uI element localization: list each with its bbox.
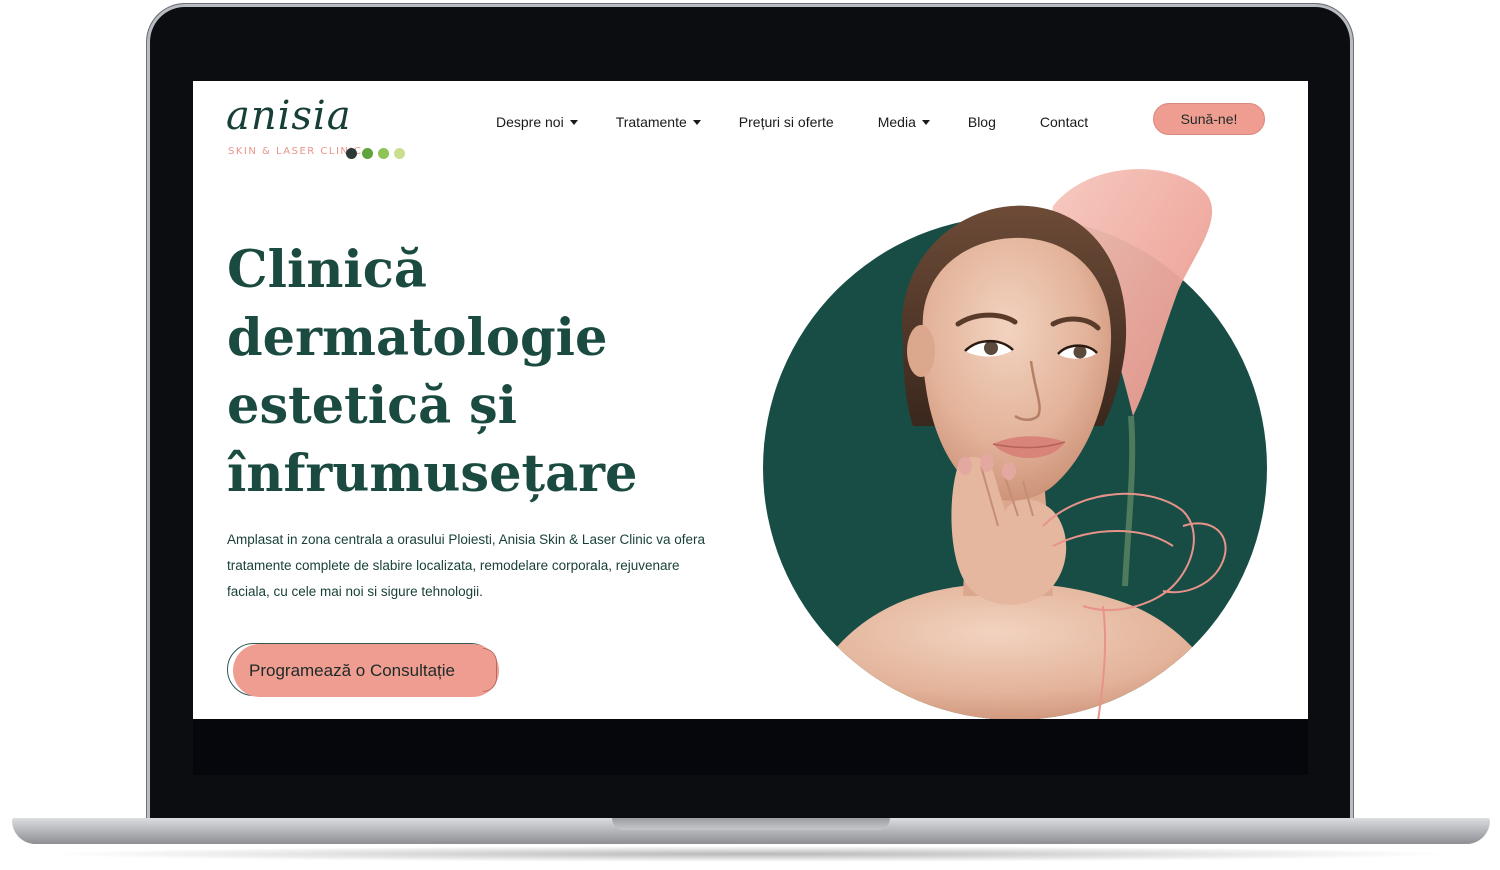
nav-item-label: Tratamente <box>615 114 687 130</box>
logo-dot <box>394 148 405 159</box>
logo-wordmark: anisia <box>226 93 352 139</box>
nav-item-label: Contact <box>1039 114 1089 130</box>
nav-item-blog[interactable]: Blog <box>968 114 996 130</box>
cta-line-decoration <box>483 648 497 692</box>
nav-item-label: Prețuri si oferte <box>738 114 834 130</box>
hero-title-line: dermatologie <box>227 308 608 368</box>
laptop-notch <box>612 818 890 830</box>
logo-dot <box>362 148 373 159</box>
logo-dot <box>378 148 389 159</box>
hero-title: Clinică dermatologie estetică și înfrumu… <box>227 236 707 508</box>
nav-item-media[interactable]: Media <box>878 114 930 130</box>
hero-description: Amplasat in zona centrala a orasului Plo… <box>227 532 705 599</box>
screen-bottom-strip <box>193 719 1308 775</box>
nav-item-contact[interactable]: Contact <box>1040 114 1088 130</box>
website-screen: anisia SKIN & LASER CLINIC Despre noi Tr… <box>193 81 1308 775</box>
hero-portrait-image <box>763 169 1267 722</box>
nav-item-preturi[interactable]: Prețuri si oferte <box>739 114 834 130</box>
nav-item-despre-noi[interactable]: Despre noi <box>496 114 578 130</box>
nav-item-tratamente[interactable]: Tratamente <box>616 114 701 130</box>
main-nav: Despre noi Tratamente Prețuri si oferte … <box>496 111 1088 133</box>
hero-title-line: înfrumusețare <box>227 444 638 504</box>
nav-item-label: Despre noi <box>496 114 564 130</box>
nav-item-label: Media <box>877 114 916 130</box>
chevron-down-icon <box>569 119 578 125</box>
logo[interactable]: anisia SKIN & LASER CLINIC <box>226 93 416 159</box>
nav-item-label: Blog <box>967 114 996 130</box>
chevron-down-icon <box>692 119 701 125</box>
hero-title-line: Clinică <box>227 240 427 300</box>
logo-subtitle: SKIN & LASER CLINIC <box>228 146 363 157</box>
logo-dot <box>346 148 357 159</box>
call-button[interactable]: Sună-ne! <box>1153 103 1265 135</box>
chevron-down-icon <box>921 119 930 125</box>
hero-title-line: estetică și <box>227 376 518 436</box>
laptop-shadow <box>40 846 1460 862</box>
book-consultation-button[interactable]: Programează o Consultație <box>233 644 499 697</box>
logo-dots <box>346 148 405 159</box>
